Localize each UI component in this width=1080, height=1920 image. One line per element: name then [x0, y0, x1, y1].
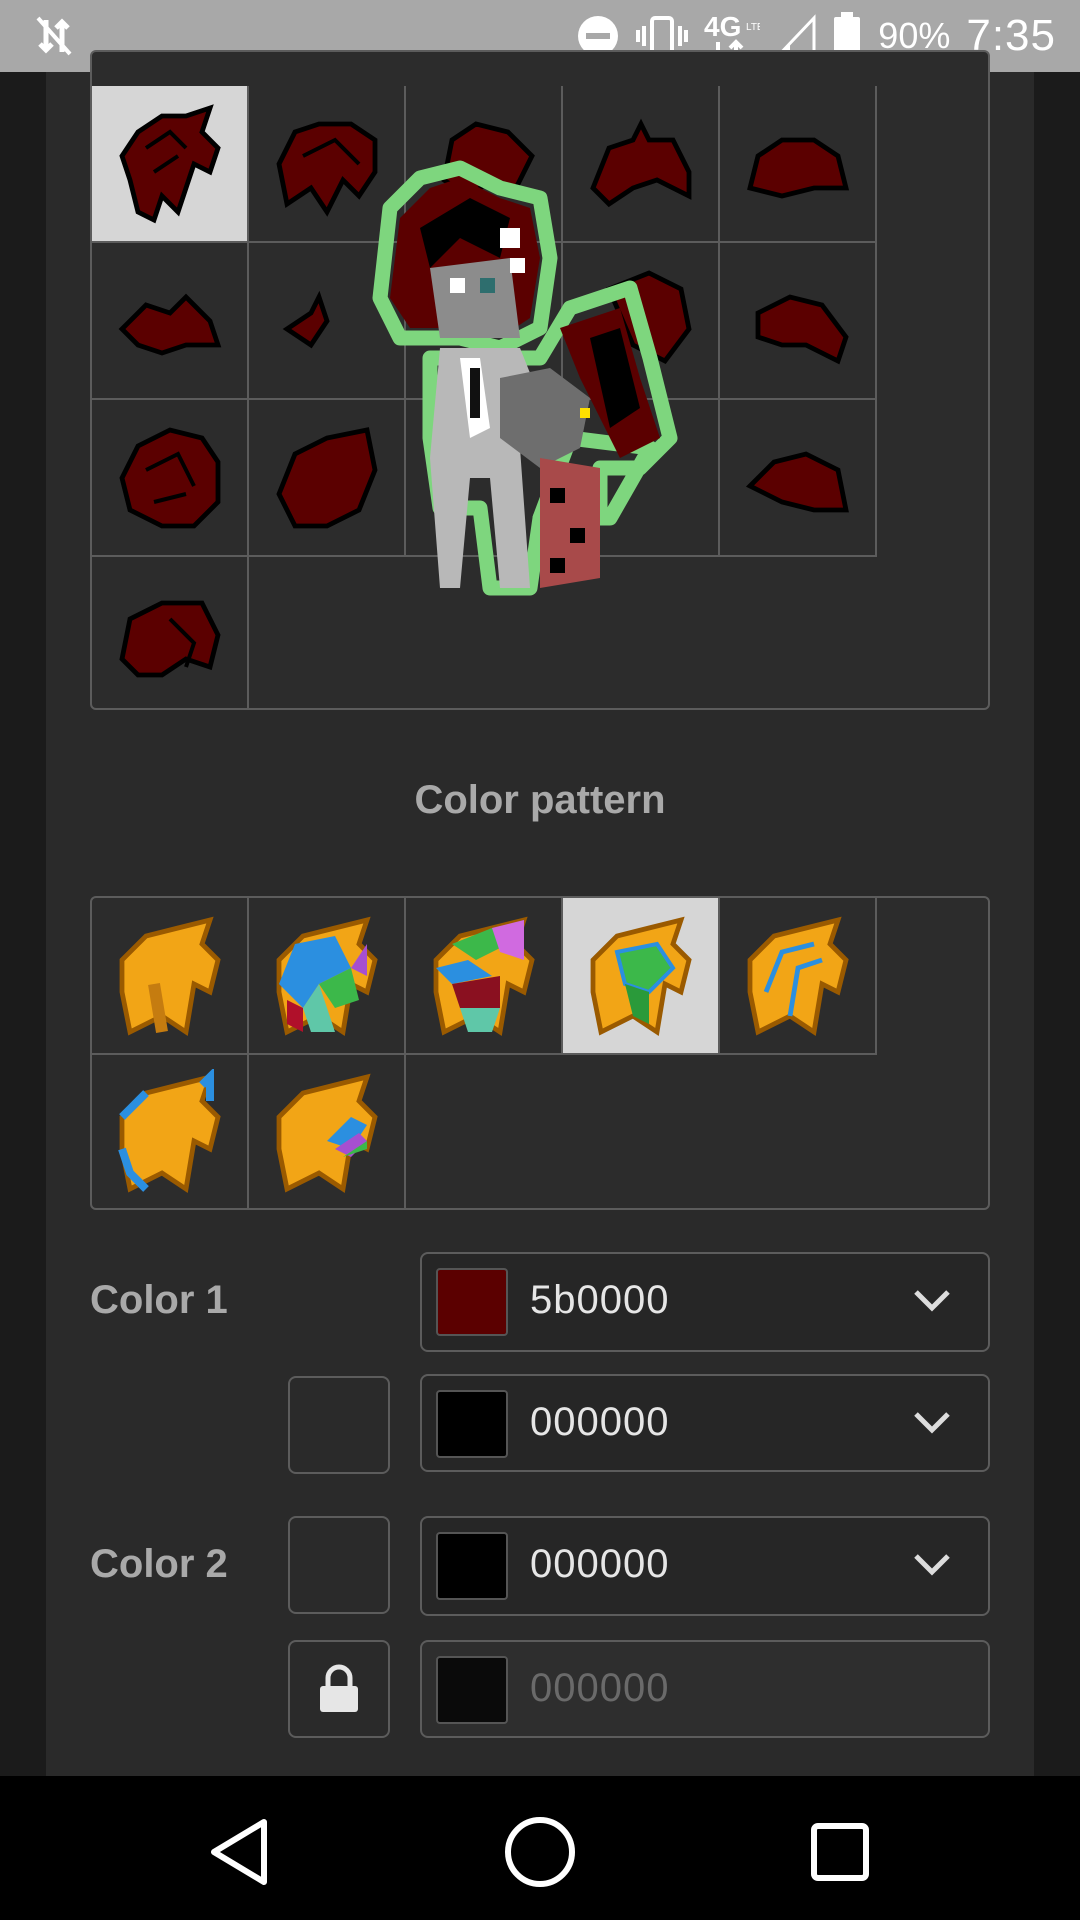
color-pattern-title: Color pattern	[414, 778, 666, 822]
color2-outline-swatch	[436, 1656, 508, 1724]
color1-label: Color 1	[90, 1278, 228, 1322]
hair-sprite	[118, 293, 221, 356]
color2-select[interactable]: 000000	[420, 1516, 990, 1616]
color1-outline-value: 000000	[530, 1400, 670, 1444]
hair-sprite	[118, 600, 221, 677]
pattern-sprite	[276, 1073, 378, 1193]
pattern-sprite	[747, 916, 849, 1036]
hair-style-option[interactable]	[92, 243, 249, 400]
pattern-sprite	[117, 1068, 221, 1193]
chevron-down-icon	[914, 1554, 950, 1576]
color-pattern-option[interactable]	[249, 898, 406, 1055]
color1-select[interactable]: 5b0000	[420, 1252, 990, 1352]
color1-outline-select[interactable]: 000000	[420, 1374, 990, 1472]
color2-outline-select: 000000	[420, 1640, 990, 1738]
color-pattern-option[interactable]	[92, 1055, 249, 1208]
color1-swatch	[436, 1268, 508, 1336]
color1-outline-toggle[interactable]	[288, 1376, 390, 1474]
color-pattern-option[interactable]	[406, 898, 563, 1055]
navigation-bar	[0, 1776, 1080, 1920]
chevron-down-icon	[914, 1412, 950, 1434]
pattern-sprite	[433, 916, 535, 1036]
color-pattern-option[interactable]	[249, 1055, 406, 1208]
hair-sprite	[118, 103, 221, 223]
color-pattern-grid	[90, 896, 990, 1210]
sync-off-icon	[36, 16, 72, 56]
color2-lock-button[interactable]	[288, 1640, 390, 1738]
color2-toggle[interactable]	[288, 1516, 390, 1614]
hair-style-option[interactable]	[92, 86, 249, 243]
color2-swatch	[436, 1532, 508, 1600]
color-pattern-option[interactable]	[92, 898, 249, 1055]
hair-style-option[interactable]	[92, 400, 249, 557]
hair-sprite	[118, 426, 220, 528]
color2-value: 000000	[530, 1542, 670, 1586]
lock-icon	[320, 1664, 358, 1712]
color2-outline-value: 000000	[530, 1666, 670, 1710]
color-pattern-option[interactable]	[720, 898, 877, 1055]
color1-value: 5b0000	[530, 1278, 670, 1322]
hair-style-option[interactable]	[92, 557, 249, 708]
home-circle-icon[interactable]	[500, 1812, 580, 1892]
pattern-sprite	[276, 916, 378, 1036]
pattern-sprite	[590, 916, 692, 1036]
character-preview	[372, 160, 678, 596]
pattern-sprite	[119, 916, 221, 1036]
recents-square-icon[interactable]	[800, 1812, 880, 1892]
chevron-down-icon	[914, 1290, 950, 1312]
back-triangle-icon[interactable]	[200, 1812, 280, 1892]
color-pattern-option[interactable]	[563, 898, 720, 1055]
color1-outline-swatch	[436, 1390, 508, 1458]
color2-label: Color 2	[90, 1542, 228, 1586]
svg-text:LTE: LTE	[746, 22, 760, 33]
svg-text:4G: 4G	[704, 11, 741, 42]
